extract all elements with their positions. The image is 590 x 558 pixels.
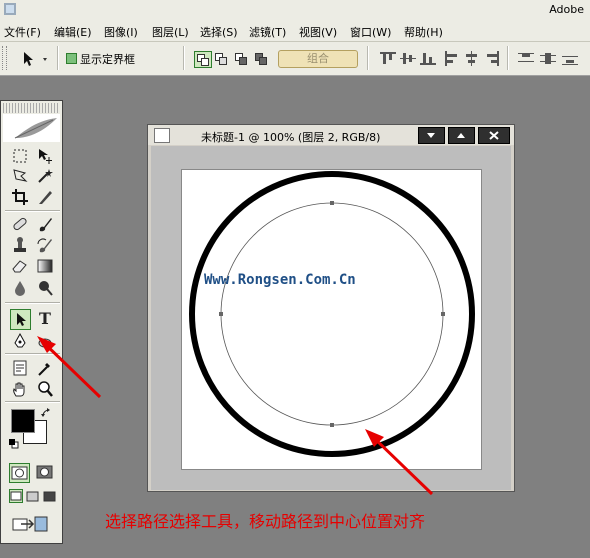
arrow-to-tool [41,340,102,399]
annotation-arrows [37,336,434,496]
instruction-caption: 选择路径选择工具，移动路径到中心位置对齐 [105,512,426,531]
arrow-to-path [370,434,434,496]
